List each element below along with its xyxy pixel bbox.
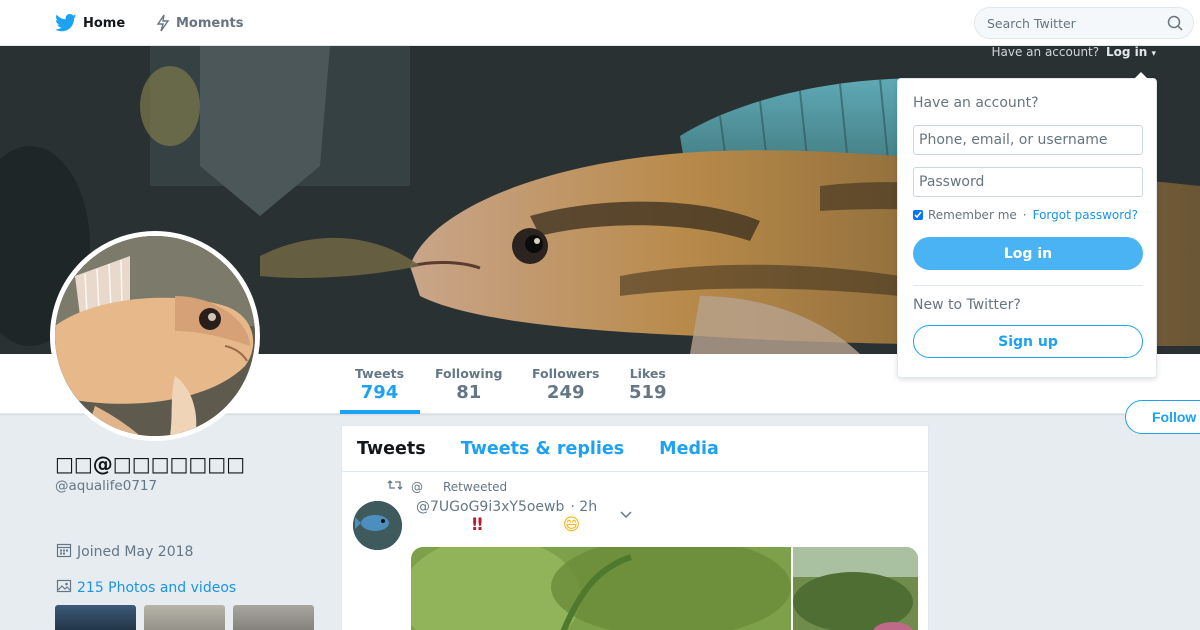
separator-dot: ·	[1022, 208, 1027, 222]
tweet-media-image[interactable]	[411, 547, 791, 630]
photo-thumbnail[interactable]	[144, 605, 225, 630]
forgot-password-link[interactable]: Forgot password?	[1033, 208, 1138, 222]
stat-likes[interactable]: Likes 519	[629, 366, 667, 403]
search-input[interactable]	[975, 8, 1155, 38]
tweet-author-avatar[interactable]	[353, 501, 402, 550]
new-to-twitter-text: New to Twitter?	[913, 297, 1021, 313]
stat-value: 249	[546, 382, 585, 403]
profile-handle: @aqualife0717	[55, 478, 158, 494]
stat-value: 794	[360, 382, 399, 403]
account-prompt-text: Have an account?	[991, 45, 1100, 59]
retweet-icon	[387, 479, 403, 494]
remember-me-label[interactable]: Remember me	[928, 208, 1017, 222]
stat-label: Followers	[532, 366, 600, 381]
joined-date: Joined May 2018	[56, 542, 193, 562]
photo-thumbnail[interactable]	[233, 605, 314, 630]
photos-and-videos-link[interactable]: 215 Photos and videos	[56, 578, 236, 598]
retweeter-link[interactable]: @	[411, 480, 423, 494]
stat-label: Following	[435, 366, 503, 381]
stat-value: 519	[629, 382, 667, 403]
username-field[interactable]	[913, 125, 1143, 155]
joined-text: Joined May 2018	[77, 544, 194, 560]
image-icon	[56, 578, 72, 598]
photo-thumbnail[interactable]	[55, 605, 136, 630]
dropdown-divider	[913, 285, 1143, 286]
calendar-icon	[56, 542, 72, 562]
photos-link-text: 215 Photos and videos	[77, 580, 237, 596]
nav-home[interactable]: Home	[55, 0, 125, 46]
caret-down-icon: ▾	[1151, 49, 1156, 59]
stat-followers[interactable]: Followers 249	[532, 366, 599, 403]
profile-display-name: □□@□□□□□□□	[55, 452, 246, 476]
chevron-down-icon[interactable]	[620, 504, 632, 523]
nav-moments-label: Moments	[176, 15, 244, 31]
login-button[interactable]: Log in	[913, 237, 1143, 270]
grinning-face-emoji: 😄	[562, 515, 581, 535]
tweet-timeline: Tweets Tweets & replies Media @ Retweete…	[341, 425, 929, 630]
login-toggle-label: Log in	[1105, 45, 1148, 59]
tweet-text: ‼ 😄	[416, 515, 580, 535]
stat-label: Tweets	[355, 366, 405, 381]
login-dropdown: Have an account? Remember me · Forgot pa…	[897, 72, 1157, 378]
top-navigation-bar: Home Moments	[0, 0, 1200, 46]
login-toggle-button[interactable]: Log in ▾	[1106, 45, 1156, 59]
stat-following[interactable]: Following 81	[435, 366, 502, 403]
nav-home-label: Home	[83, 15, 126, 31]
follow-button[interactable]: Follow	[1125, 400, 1200, 434]
remember-me-checkbox[interactable]	[913, 210, 923, 220]
login-dropdown-title: Have an account?	[913, 95, 1039, 111]
stat-value: 81	[456, 382, 482, 403]
nav-moments[interactable]: Moments	[156, 0, 243, 46]
avatar[interactable]	[50, 231, 260, 441]
tab-tweets-and-replies[interactable]: Tweets & replies	[461, 439, 624, 459]
search-icon[interactable]	[1167, 15, 1183, 35]
tweet-author-handle[interactable]: @7UGoG9i3xY5oewb	[416, 499, 564, 515]
retweeted-label: Retweeted	[443, 479, 508, 494]
double-exclamation-emoji: ‼	[472, 515, 483, 535]
retweet-context: @ Retweeted	[387, 479, 507, 494]
lightning-bolt-icon	[156, 14, 170, 32]
tweet-header: @7UGoG9i3xY5oewb · 2h	[416, 499, 597, 515]
tab-tweets[interactable]: Tweets	[357, 439, 426, 459]
password-field[interactable]	[913, 167, 1143, 197]
timeline-tabs: Tweets Tweets & replies Media	[342, 426, 928, 472]
stat-label: Likes	[629, 366, 666, 381]
tab-media[interactable]: Media	[659, 439, 719, 459]
tweet-media-image[interactable]	[793, 547, 918, 630]
signup-button[interactable]: Sign up	[913, 325, 1143, 358]
account-login-prompt: Have an account? Log in ▾	[992, 45, 1157, 59]
search-box[interactable]	[974, 7, 1194, 39]
remember-me-row: Remember me · Forgot password?	[913, 208, 1138, 222]
stat-tweets[interactable]: Tweets 794	[355, 366, 404, 403]
active-stat-underline	[340, 410, 420, 414]
twitter-bird-icon	[55, 14, 77, 32]
tweet-timestamp[interactable]: · 2h	[570, 499, 597, 515]
